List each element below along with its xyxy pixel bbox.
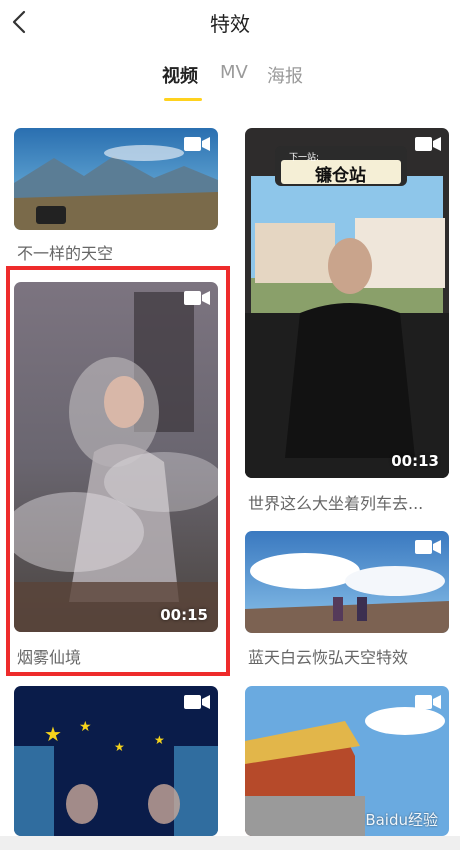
effect-card-clouds[interactable]: [245, 531, 449, 633]
effect-card-smoke[interactable]: 00:15: [14, 282, 218, 632]
svg-text:★: ★: [44, 722, 62, 746]
video-camera-icon: [184, 695, 210, 709]
page-title: 特效: [210, 12, 250, 36]
card-caption: 烟雾仙境: [17, 648, 82, 667]
video-camera-icon: [415, 137, 441, 151]
svg-text:★: ★: [114, 740, 125, 754]
tab-poster[interactable]: 海报: [267, 62, 303, 88]
video-duration: 00:13: [391, 452, 439, 470]
video-camera-icon: [415, 695, 441, 709]
tab-mv[interactable]: MV: [220, 62, 248, 83]
top-bar: 特效: [0, 0, 460, 44]
video-duration: 00:15: [160, 606, 208, 624]
bottom-strip: [0, 836, 460, 850]
active-tab-underline: [164, 98, 202, 101]
effect-card-sky[interactable]: [14, 128, 218, 230]
card-caption: 蓝天白云恢弘天空特效: [248, 648, 409, 667]
video-camera-icon: [184, 291, 210, 305]
tab-video[interactable]: 视频: [162, 62, 198, 88]
video-camera-icon: [415, 540, 441, 554]
effect-card-train[interactable]: 下一站: 镰仓站 00:13: [245, 128, 449, 478]
thumbnail-smoke: [14, 282, 218, 632]
category-tabs: 视频 MV 海报: [0, 62, 460, 106]
station-sign-text: 镰仓站: [315, 166, 366, 186]
svg-text:★: ★: [79, 719, 92, 735]
video-camera-icon: [184, 137, 210, 151]
watermark: Baidu经验: [365, 811, 438, 829]
card-caption: 世界这么大坐着列车去...: [248, 494, 424, 513]
card-caption: 不一样的天空: [17, 244, 114, 263]
svg-text:★: ★: [154, 733, 165, 747]
effect-card-stars[interactable]: ★ ★ ★ ★: [14, 686, 218, 836]
